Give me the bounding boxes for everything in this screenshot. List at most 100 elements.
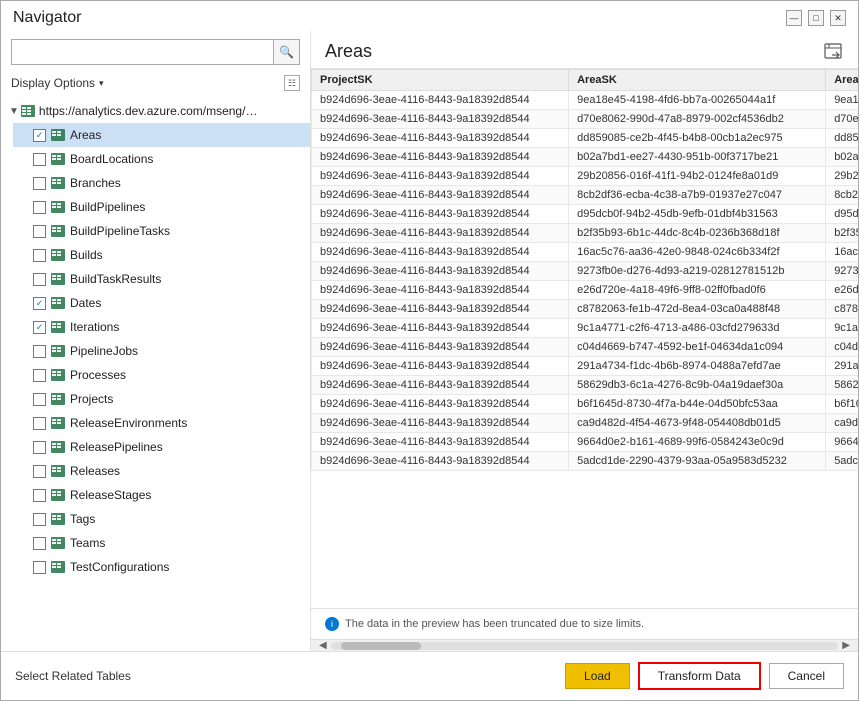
close-button[interactable]: ✕	[830, 10, 846, 26]
cell-7-1: b2f35b93-6b1c-44dc-8c4b-0236b368d18f	[569, 224, 826, 243]
tree-item-branches[interactable]: Branches	[13, 171, 310, 195]
table-row: b924d696-3eae-4116-8443-9a18392d854429b2…	[312, 167, 859, 186]
tree-item-releasestages[interactable]: ReleaseStages	[13, 483, 310, 507]
scroll-left-arrow[interactable]: ◀	[315, 640, 331, 651]
tree-item-processes[interactable]: Processes	[13, 363, 310, 387]
item-label-buildtaskresults: BuildTaskResults	[70, 272, 161, 286]
tree-item-dates[interactable]: Dates	[13, 291, 310, 315]
cell-12-0: b924d696-3eae-4116-8443-9a18392d8544	[312, 319, 569, 338]
expand-arrow-root: ▼	[9, 106, 19, 117]
checkbox-processes[interactable]	[33, 369, 46, 382]
checkbox-dates[interactable]	[33, 297, 46, 310]
right-panel-icon[interactable]	[824, 43, 844, 61]
window-controls: — □ ✕	[786, 10, 846, 26]
scroll-thumb[interactable]	[341, 642, 421, 650]
checkbox-boardlocations[interactable]	[33, 153, 46, 166]
checkbox-releasestages[interactable]	[33, 489, 46, 502]
tree-item-pipelinejobs[interactable]: PipelineJobs	[13, 339, 310, 363]
truncate-notice: i The data in the preview has been trunc…	[311, 608, 858, 639]
checkbox-releaseenvironments[interactable]	[33, 417, 46, 430]
tree-item-testconfigurations[interactable]: TestConfigurations	[13, 555, 310, 579]
cell-9-2: 9273fb0	[826, 262, 858, 281]
scroll-track[interactable]	[331, 642, 839, 650]
cell-1-1: d70e8062-990d-47a8-8979-002cf4536db2	[569, 110, 826, 129]
tree-item-iterations[interactable]: Iterations	[13, 315, 310, 339]
search-input[interactable]	[11, 39, 274, 65]
table-icon-testconfigurations	[50, 560, 66, 574]
table-row: b924d696-3eae-4116-8443-9a18392d8544b2f3…	[312, 224, 859, 243]
checkbox-branches[interactable]	[33, 177, 46, 190]
item-label-testconfigurations: TestConfigurations	[70, 560, 169, 574]
page-icon[interactable]: ☷	[284, 75, 300, 91]
checkbox-releasepipelines[interactable]	[33, 441, 46, 454]
checkbox-pipelinejobs[interactable]	[33, 345, 46, 358]
tree-item-tags[interactable]: Tags	[13, 507, 310, 531]
cancel-button[interactable]: Cancel	[769, 663, 844, 689]
horizontal-scrollbar[interactable]: ◀ ▶	[311, 639, 858, 651]
cell-16-0: b924d696-3eae-4116-8443-9a18392d8544	[312, 395, 569, 414]
tree-item-releases[interactable]: Releases	[13, 459, 310, 483]
checkbox-builds[interactable]	[33, 249, 46, 262]
checkbox-projects[interactable]	[33, 393, 46, 406]
select-related-button[interactable]: Select Related Tables	[15, 669, 131, 683]
tree-item-builds[interactable]: Builds	[13, 243, 310, 267]
load-button[interactable]: Load	[565, 663, 630, 689]
cell-2-1: dd859085-ce2b-4f45-b4b8-00cb1a2ec975	[569, 129, 826, 148]
display-options-button[interactable]: Display Options ▾	[11, 76, 104, 90]
cell-10-1: e26d720e-4a18-49f6-9ff8-02ff0fbad0f6	[569, 281, 826, 300]
table-row: b924d696-3eae-4116-8443-9a18392d854416ac…	[312, 243, 859, 262]
cell-16-1: b6f1645d-8730-4f7a-b44e-04d50bfc53aa	[569, 395, 826, 414]
table-icon-builds	[50, 248, 66, 262]
cell-4-2: 29b2085	[826, 167, 858, 186]
cell-17-1: ca9d482d-4f54-4673-9f48-054408db01d5	[569, 414, 826, 433]
cell-13-2: c04d46	[826, 338, 858, 357]
cell-11-0: b924d696-3eae-4116-8443-9a18392d8544	[312, 300, 569, 319]
cell-15-1: 58629db3-6c1a-4276-8c9b-04a19daef30a	[569, 376, 826, 395]
cell-5-2: 8cb2df36	[826, 186, 858, 205]
table-row: b924d696-3eae-4116-8443-9a18392d85449664…	[312, 433, 859, 452]
info-icon: i	[325, 617, 339, 631]
checkbox-areas[interactable]	[33, 129, 46, 142]
search-button[interactable]: 🔍	[274, 39, 300, 65]
checkbox-buildtaskresults[interactable]	[33, 273, 46, 286]
minimize-button[interactable]: —	[786, 10, 802, 26]
cell-14-2: 291a473	[826, 357, 858, 376]
maximize-button[interactable]: □	[808, 10, 824, 26]
table-icon-releasepipelines	[50, 440, 66, 454]
cell-11-2: c87820	[826, 300, 858, 319]
tree-item-teams[interactable]: Teams	[13, 531, 310, 555]
checkbox-buildpipelines[interactable]	[33, 201, 46, 214]
checkbox-teams[interactable]	[33, 537, 46, 550]
transform-data-button[interactable]: Transform Data	[638, 662, 761, 690]
table-row: b924d696-3eae-4116-8443-9a18392d8544e26d…	[312, 281, 859, 300]
tree-root-node[interactable]: ▼ https://analytics.dev.azure.com/mseng/…	[1, 99, 310, 123]
tree-item-buildtaskresults[interactable]: BuildTaskResults	[13, 267, 310, 291]
table-row: b924d696-3eae-4116-8443-9a18392d8544d70e…	[312, 110, 859, 129]
cell-12-2: 9c1a477	[826, 319, 858, 338]
table-icon-branches	[50, 176, 66, 190]
table-icon-buildtaskresults	[50, 272, 66, 286]
tree-item-releasepipelines[interactable]: ReleasePipelines	[13, 435, 310, 459]
tree-item-buildpipelinetasks[interactable]: BuildPipelineTasks	[13, 219, 310, 243]
tree-item-releaseenvironments[interactable]: ReleaseEnvironments	[13, 411, 310, 435]
table-icon-iterations	[50, 320, 66, 334]
checkbox-buildpipelinetasks[interactable]	[33, 225, 46, 238]
tree-item-buildpipelines[interactable]: BuildPipelines	[13, 195, 310, 219]
checkbox-iterations[interactable]	[33, 321, 46, 334]
cell-17-2: ca9d482	[826, 414, 858, 433]
tree-container[interactable]: ▼ https://analytics.dev.azure.com/mseng/…	[1, 97, 310, 651]
table-row: b924d696-3eae-4116-8443-9a18392d8544 9c1a…	[312, 319, 859, 338]
data-table-wrapper[interactable]: ProjectSKAreaSKAreaId b924d696-3eae-4116…	[311, 68, 858, 608]
item-label-processes: Processes	[70, 368, 126, 382]
checkbox-tags[interactable]	[33, 513, 46, 526]
cell-3-0: b924d696-3eae-4116-8443-9a18392d8544	[312, 148, 569, 167]
checkbox-testconfigurations[interactable]	[33, 561, 46, 574]
cell-19-0: b924d696-3eae-4116-8443-9a18392d8544	[312, 452, 569, 471]
table-icon-projects	[50, 392, 66, 406]
tree-item-areas[interactable]: Areas	[13, 123, 310, 147]
checkbox-releases[interactable]	[33, 465, 46, 478]
tree-item-projects[interactable]: Projects	[13, 387, 310, 411]
table-icon-processes	[50, 368, 66, 382]
scroll-right-arrow[interactable]: ▶	[838, 640, 854, 651]
tree-item-boardlocations[interactable]: BoardLocations	[13, 147, 310, 171]
